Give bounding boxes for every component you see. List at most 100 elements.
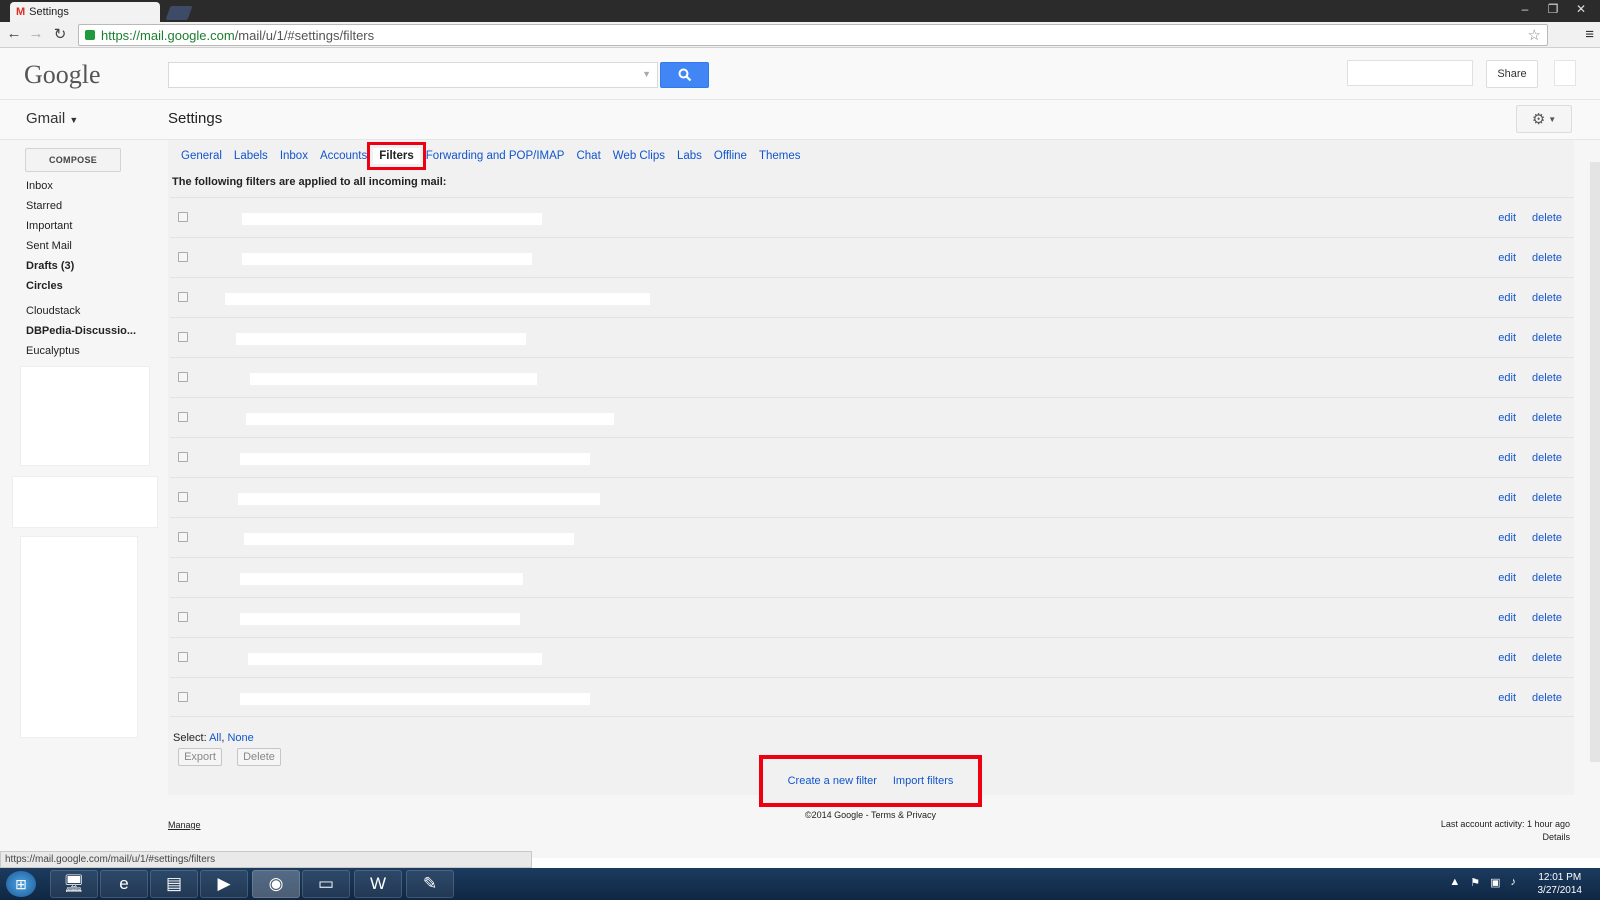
filter-checkbox[interactable] (178, 452, 188, 462)
sidebar-item-drafts[interactable]: Drafts (3) (26, 256, 156, 276)
browser-menu-icon[interactable]: ≡ (1585, 26, 1594, 43)
filter-checkbox[interactable] (178, 212, 188, 222)
edit-filter-link[interactable]: edit (1498, 372, 1516, 384)
edit-filter-link[interactable]: edit (1498, 492, 1516, 504)
word-icon[interactable]: W (354, 870, 402, 898)
tab-themes[interactable]: Themes (753, 148, 807, 164)
delete-filter-link[interactable]: delete (1532, 252, 1562, 264)
filter-checkbox[interactable] (178, 492, 188, 502)
tab-inbox[interactable]: Inbox (274, 148, 314, 164)
minimize-icon[interactable]: – (1512, 2, 1538, 16)
filter-checkbox[interactable] (178, 332, 188, 342)
new-tab-button[interactable] (165, 6, 193, 20)
sidebar-item-circles[interactable]: ▶Circles (26, 276, 156, 296)
sidebar-item-dbpedia[interactable]: DBPedia-Discussio... (26, 321, 156, 341)
filter-checkbox[interactable] (178, 412, 188, 422)
filter-checkbox[interactable] (178, 292, 188, 302)
scrollbar[interactable] (1590, 162, 1600, 762)
delete-filter-link[interactable]: delete (1532, 532, 1562, 544)
import-filters-link[interactable]: Import filters (893, 775, 954, 787)
details-link[interactable]: Details (1542, 832, 1570, 842)
avatar[interactable] (1554, 60, 1576, 86)
tab-filters[interactable]: Filters (367, 142, 426, 170)
select-none-link[interactable]: None (227, 732, 253, 744)
tab-web-clips[interactable]: Web Clips (607, 148, 671, 164)
network-icon[interactable]: ▣ (1490, 876, 1500, 889)
computer-icon[interactable]: 🖥 (50, 870, 98, 898)
paint-icon[interactable]: ✎ (406, 870, 454, 898)
edit-filter-link[interactable]: edit (1498, 612, 1516, 624)
tray-expand-icon[interactable]: ▲ (1449, 876, 1460, 889)
sidebar-item-important[interactable]: Important (26, 216, 156, 236)
delete-filter-link[interactable]: delete (1532, 372, 1562, 384)
export-button[interactable]: Export (178, 748, 222, 766)
filter-checkbox[interactable] (178, 692, 188, 702)
clock[interactable]: 12:01 PM 3/27/2014 (1538, 871, 1583, 897)
delete-filter-link[interactable]: delete (1532, 492, 1562, 504)
filter-checkbox[interactable] (178, 252, 188, 262)
manage-link[interactable]: Manage (168, 820, 201, 830)
share-button[interactable]: Share (1486, 60, 1538, 88)
delete-filter-link[interactable]: delete (1532, 612, 1562, 624)
delete-filter-link[interactable]: delete (1532, 332, 1562, 344)
tab-accounts[interactable]: Accounts (314, 148, 373, 164)
filter-checkbox[interactable] (178, 652, 188, 662)
delete-filter-link[interactable]: delete (1532, 572, 1562, 584)
search-button[interactable] (660, 62, 709, 88)
delete-filter-link[interactable]: delete (1532, 212, 1562, 224)
tab-offline[interactable]: Offline (708, 148, 753, 164)
tab-forwarding[interactable]: Forwarding and POP/IMAP (420, 148, 571, 164)
share-input[interactable] (1347, 60, 1473, 86)
delete-filter-link[interactable]: delete (1532, 692, 1562, 704)
forward-icon[interactable]: → (26, 25, 46, 42)
filter-checkbox[interactable] (178, 532, 188, 542)
terms-link[interactable]: Terms & Privacy (871, 810, 936, 820)
search-options-icon[interactable]: ▼ (642, 69, 651, 79)
delete-filter-link[interactable]: delete (1532, 412, 1562, 424)
ie-icon[interactable]: e (100, 870, 148, 898)
delete-filter-link[interactable]: delete (1532, 452, 1562, 464)
search-input[interactable]: ▼ (168, 62, 658, 88)
edit-filter-link[interactable]: edit (1498, 212, 1516, 224)
flag-icon[interactable]: ⚑ (1470, 876, 1480, 889)
edit-filter-link[interactable]: edit (1498, 572, 1516, 584)
edit-filter-link[interactable]: edit (1498, 452, 1516, 464)
edit-filter-link[interactable]: edit (1498, 332, 1516, 344)
delete-filter-link[interactable]: delete (1532, 652, 1562, 664)
folder-icon[interactable]: ▭ (302, 870, 350, 898)
sidebar-item-cloudstack[interactable]: Cloudstack (26, 301, 156, 321)
gmail-menu[interactable]: Gmail ▼ (26, 110, 78, 127)
back-icon[interactable]: ← (4, 25, 24, 42)
restore-icon[interactable]: ❐ (1540, 2, 1566, 16)
compose-button[interactable]: COMPOSE (25, 148, 121, 172)
sidebar-item-sent[interactable]: Sent Mail (26, 236, 156, 256)
filter-checkbox[interactable] (178, 612, 188, 622)
tab-general[interactable]: General (175, 148, 228, 164)
settings-gear-button[interactable]: ⚙ ▼ (1516, 105, 1572, 133)
delete-button[interactable]: Delete (237, 748, 281, 766)
sidebar-item-starred[interactable]: Starred (26, 196, 156, 216)
filter-checkbox[interactable] (178, 372, 188, 382)
chrome-icon[interactable]: ◉ (252, 870, 300, 898)
select-all-link[interactable]: All (209, 732, 221, 744)
volume-icon[interactable]: ♪ (1511, 876, 1517, 889)
address-bar[interactable]: https:// mail.google.com /mail/u/1/#sett… (78, 24, 1548, 46)
bookmark-star-icon[interactable]: ☆ (1528, 26, 1541, 44)
edit-filter-link[interactable]: edit (1498, 692, 1516, 704)
edit-filter-link[interactable]: edit (1498, 652, 1516, 664)
browser-tab[interactable]: M Settings (10, 2, 160, 22)
tab-chat[interactable]: Chat (570, 148, 606, 164)
windows-start-icon[interactable]: ⊞ (6, 871, 36, 897)
tab-labels[interactable]: Labels (228, 148, 274, 164)
reload-icon[interactable]: ↻ (50, 25, 70, 43)
sidebar-item-inbox[interactable]: Inbox (26, 176, 156, 196)
tab-labs[interactable]: Labs (671, 148, 708, 164)
media-player-icon[interactable]: ▶ (200, 870, 248, 898)
edit-filter-link[interactable]: edit (1498, 532, 1516, 544)
edit-filter-link[interactable]: edit (1498, 412, 1516, 424)
create-filter-link[interactable]: Create a new filter (788, 775, 877, 787)
edit-filter-link[interactable]: edit (1498, 252, 1516, 264)
google-logo[interactable]: Google (24, 60, 101, 90)
sidebar-item-eucalyptus[interactable]: Eucalyptus (26, 341, 156, 361)
delete-filter-link[interactable]: delete (1532, 292, 1562, 304)
